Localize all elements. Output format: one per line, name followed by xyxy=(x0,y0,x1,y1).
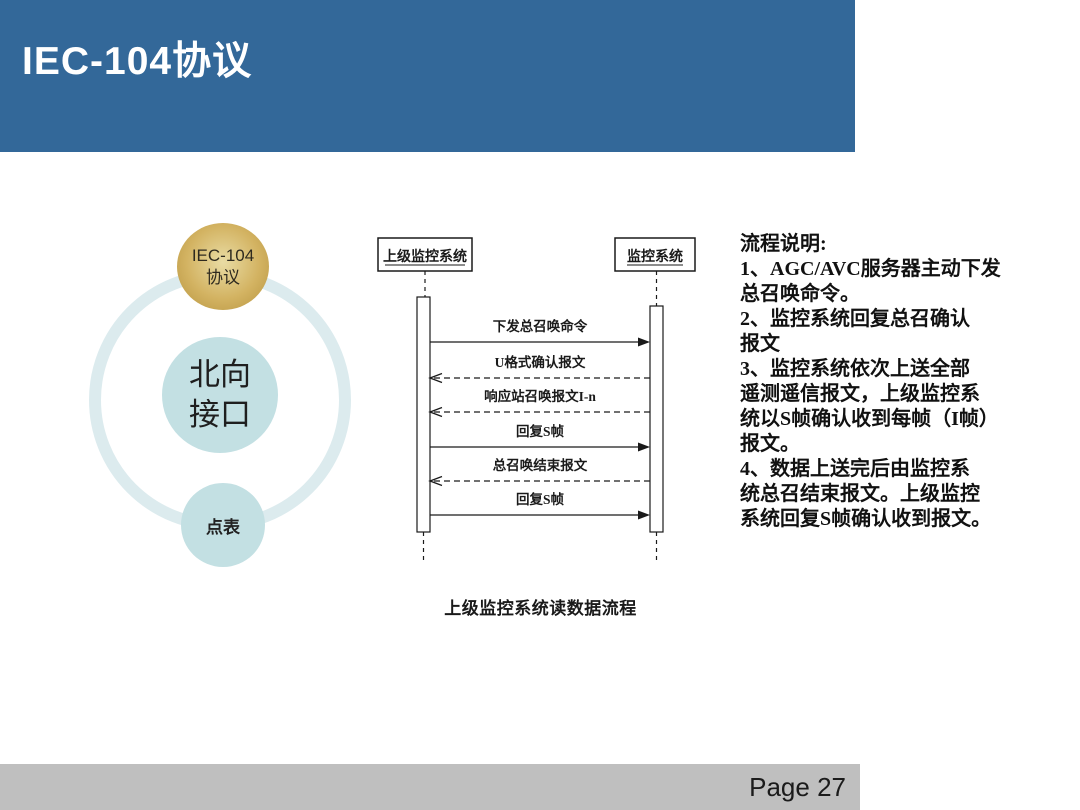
message-arrow-1: 下发总召唤命令 xyxy=(430,318,650,347)
notes-line: 遥测遥信报文，上级监控系 xyxy=(740,382,1001,407)
notes-line: 系统回复S帧确认收到报文。 xyxy=(740,507,1001,532)
actor-label-left: 上级监控系统 xyxy=(383,248,467,265)
process-notes: 流程说明: 1、AGC/AVC服务器主动下发 总召唤命令。 2、监控系统回复总召… xyxy=(740,232,1001,532)
message-label-3: 响应站召唤报文I-n xyxy=(484,388,596,404)
venn-center-line2: 接口 xyxy=(189,395,251,435)
actor-label-right: 监控系统 xyxy=(627,248,683,265)
message-label-1: 下发总召唤命令 xyxy=(493,318,588,334)
venn-circle-protocol-line2: 协议 xyxy=(206,267,240,288)
notes-line: 统以S帧确认收到每帧（I帧） xyxy=(740,407,1001,432)
message-label-6: 回复S帧 xyxy=(516,491,565,507)
actor-box-right: 监控系统 xyxy=(615,238,695,271)
activation-bar-left xyxy=(417,297,430,532)
notes-line: 统总召结束报文。上级监控 xyxy=(740,482,1001,507)
venn-center-line1: 北向 xyxy=(189,355,251,395)
actor-box-left: 上级监控系统 xyxy=(378,238,472,271)
activation-bar-right xyxy=(650,306,663,532)
venn-circle-protocol-line1: IEC-104 xyxy=(192,245,254,266)
sequence-diagram: 上级监控系统 监控系统 下发总召唤命令 U格式确认报文 xyxy=(373,230,708,615)
venn-circle-protocol: IEC-104 协议 xyxy=(177,223,269,310)
venn-bottom-label: 点表 xyxy=(206,513,240,538)
slide: IEC-104协议 IEC-104 协议 北向 接口 点表 上级监控系统 监控系… xyxy=(0,0,1080,810)
sequence-diagram-caption: 上级监控系统读数据流程 xyxy=(373,594,708,619)
notes-line: 1、AGC/AVC服务器主动下发 xyxy=(740,257,1001,282)
footer-bar: Page 27 xyxy=(0,764,860,810)
notes-line: 2、监控系统回复总召确认 xyxy=(740,307,1001,332)
notes-line: 报文。 xyxy=(740,432,1001,457)
message-arrow-3: 响应站召唤报文I-n xyxy=(430,388,650,417)
message-label-4: 回复S帧 xyxy=(516,423,565,439)
message-arrow-5: 总召唤结束报文 xyxy=(430,457,650,486)
venn-circle-point-table: 点表 xyxy=(181,483,265,567)
notes-line: 流程说明: xyxy=(740,232,1001,257)
notes-line: 报文 xyxy=(740,332,1001,357)
message-arrow-2: U格式确认报文 xyxy=(430,354,650,383)
notes-line: 4、数据上送完后由监控系 xyxy=(740,457,1001,482)
message-label-5: 总召唤结束报文 xyxy=(493,457,588,473)
message-arrow-4: 回复S帧 xyxy=(430,423,650,452)
message-label-2: U格式确认报文 xyxy=(495,354,586,370)
page-number: Page 27 xyxy=(0,764,860,810)
slide-title: IEC-104协议 xyxy=(0,0,855,86)
notes-line: 总召唤命令。 xyxy=(740,282,1001,307)
notes-line: 3、监控系统依次上送全部 xyxy=(740,357,1001,382)
venn-circle-northbound-interface: 北向 接口 xyxy=(162,337,278,453)
message-arrow-6: 回复S帧 xyxy=(430,491,650,520)
header-bar: IEC-104协议 xyxy=(0,0,855,152)
